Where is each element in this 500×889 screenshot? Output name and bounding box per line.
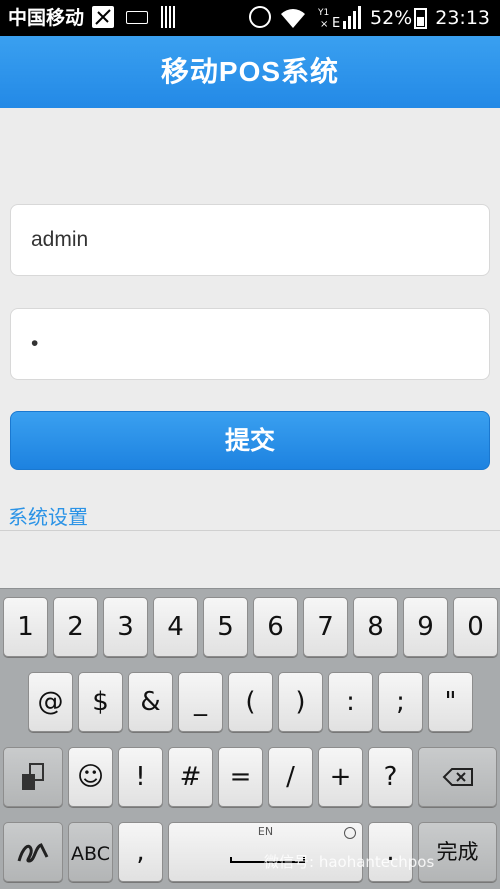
svg-text:Y1: Y1: [318, 8, 329, 18]
password-field-container: [10, 308, 490, 380]
key-exclamation[interactable]: !: [118, 747, 163, 807]
globe-icon: [344, 827, 356, 839]
symbols-toggle-key[interactable]: [3, 747, 63, 807]
battery-icon: [414, 8, 427, 29]
done-key[interactable]: 完成: [418, 822, 497, 882]
key-comma[interactable]: ,: [118, 822, 163, 882]
key-0[interactable]: 0: [453, 597, 498, 657]
key-at[interactable]: @: [28, 672, 73, 732]
key-9[interactable]: 9: [403, 597, 448, 657]
key-colon[interactable]: :: [328, 672, 373, 732]
key-4[interactable]: 4: [153, 597, 198, 657]
key-right-paren[interactable]: ): [278, 672, 323, 732]
space-key[interactable]: EN: [168, 822, 363, 882]
key-1[interactable]: 1: [3, 597, 48, 657]
barcode-status-icon: [161, 6, 177, 28]
key-dollar[interactable]: $: [78, 672, 123, 732]
signal-icon: Y1 × E: [318, 6, 361, 31]
key-semicolon[interactable]: ;: [378, 672, 423, 732]
password-input[interactable]: [11, 309, 489, 379]
key-hash[interactable]: #: [168, 747, 213, 807]
key-7[interactable]: 7: [303, 597, 348, 657]
status-bar: 中国移动 Y1 × E 52% 23:13: [0, 0, 500, 36]
submit-button[interactable]: 提交: [10, 411, 490, 470]
divider: [0, 530, 500, 531]
key-period[interactable]: .: [368, 822, 413, 882]
key-8[interactable]: 8: [353, 597, 398, 657]
carrier-label: 中国移动: [8, 7, 85, 29]
svg-text:×: ×: [320, 19, 328, 30]
key-left-paren[interactable]: (: [228, 672, 273, 732]
soft-keyboard: 1 2 3 4 5 6 7 8 9 0 @ $ & _ ( ) : ; " ☺ …: [0, 588, 500, 889]
key-underscore[interactable]: _: [178, 672, 223, 732]
handwriting-key[interactable]: [3, 822, 63, 882]
svg-text:E: E: [332, 16, 340, 31]
key-equals[interactable]: =: [218, 747, 263, 807]
username-field-container: [10, 204, 490, 276]
abc-key[interactable]: ABC: [68, 822, 113, 882]
notification-icon: [92, 6, 114, 28]
key-5[interactable]: 5: [203, 597, 248, 657]
key-slash[interactable]: /: [268, 747, 313, 807]
key-6[interactable]: 6: [253, 597, 298, 657]
key-question[interactable]: ?: [368, 747, 413, 807]
username-input[interactable]: [11, 205, 489, 275]
key-ampersand[interactable]: &: [128, 672, 173, 732]
alarm-icon: [249, 6, 271, 28]
handwriting-icon: [17, 843, 49, 863]
key-3[interactable]: 3: [103, 597, 148, 657]
language-label: EN: [257, 825, 274, 838]
backspace-icon: [442, 768, 473, 786]
battery-percent: 52%: [370, 7, 413, 29]
wifi-icon: [281, 9, 305, 28]
key-quote[interactable]: ": [428, 672, 473, 732]
app-title: 移动POS系统: [0, 36, 500, 108]
wechat-watermark: 微信号: haohantechpos: [264, 853, 435, 871]
screen: 中国移动 Y1 × E 52% 23:13 移动POS系统 提交 系统设置: [0, 0, 500, 889]
system-settings-link[interactable]: 系统设置: [8, 504, 88, 530]
abc-key-label: ABC: [71, 843, 110, 865]
key-2[interactable]: 2: [53, 597, 98, 657]
clock: 23:13: [435, 7, 490, 29]
keyboard-status-icon: [126, 11, 148, 24]
key-smiley[interactable]: ☺: [68, 747, 113, 807]
backspace-key[interactable]: [418, 747, 497, 807]
symbols-toggle-icon: [22, 763, 44, 790]
key-plus[interactable]: +: [318, 747, 363, 807]
